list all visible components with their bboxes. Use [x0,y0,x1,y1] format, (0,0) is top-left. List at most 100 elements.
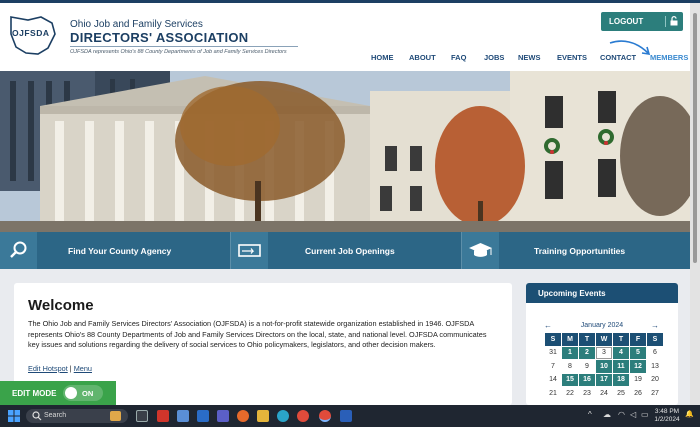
page-scrollbar[interactable] [690,3,700,405]
quicklink-icon-box[interactable] [462,232,499,269]
nav-jobs[interactable]: JOBS [484,53,504,62]
calendar-day-event[interactable]: 2 [579,346,595,359]
chrome-active-icon[interactable] [319,410,331,422]
site-header: OJFSDA Ohio Job and Family Services DIRE… [0,3,700,71]
calendar-day-event[interactable]: 5 [630,346,646,359]
graduation-cap-icon [469,243,492,257]
toggle-state: ON [82,389,94,398]
chrome-icon[interactable] [297,410,309,422]
toggle-knob [65,387,77,399]
calendar-day-event[interactable]: 4 [613,346,629,359]
calendar-day: 26 [634,389,642,397]
event-calendar: S M T W T F S 31 1 2 3 4 5 6 7 8 9 10 11 12 13 14 15 16 1… [544,332,664,401]
taskbar-search-box[interactable]: Search [26,409,128,423]
outlook-icon[interactable] [197,410,209,422]
edge-icon[interactable] [277,410,289,422]
header-divider [70,46,298,47]
logout-button[interactable]: LOGOUT [601,12,683,31]
quicklink-training-opportunities[interactable]: Training Opportunities [534,246,625,256]
weekday-header: W [596,333,612,346]
weekday-header: M [562,333,578,346]
file-explorer-icon[interactable] [257,410,269,422]
calendar-days: 31 1 2 3 4 5 6 7 8 9 10 11 12 13 14 15 16 17 18 19 20 21 22 23 2… [545,346,663,400]
edit-mode-toggle[interactable]: ON [63,385,103,401]
clock-date: 1/2/2024 [654,416,680,423]
battery-icon[interactable]: ▭ [641,410,649,419]
calendar-day-event[interactable]: 17 [596,373,612,386]
calendar-week-row: 21 22 23 24 25 26 27 [545,387,663,400]
wifi-icon[interactable]: ◠ [618,410,625,419]
calendar-day: 14 [549,376,557,384]
calendar-day: 13 [651,362,659,370]
mail-icon[interactable] [177,410,189,422]
acrobat-icon[interactable] [157,410,169,422]
events-title: Upcoming Events [538,289,606,298]
lock-icon [670,16,678,26]
calendar-week-row: 31 1 2 3 4 5 6 [545,346,663,359]
quicklink-icon-box[interactable] [0,232,37,269]
task-view-icon[interactable] [136,410,148,422]
quicklink-icon-box[interactable] [231,232,268,269]
menu-link[interactable]: Menu [74,364,92,373]
nav-news[interactable]: NEWS [518,53,541,62]
edit-mode-label: EDIT MODE [12,389,57,398]
nav-about[interactable]: ABOUT [409,53,436,62]
calendar-day: 19 [634,376,642,384]
welcome-title: Welcome [28,297,94,314]
nav-home[interactable]: HOME [371,53,394,62]
calendar-weekday-row: S M T W T F S [545,333,663,346]
calendar-day-event[interactable]: 10 [596,360,612,373]
calendar-day-event[interactable]: 15 [562,373,578,386]
nav-events[interactable]: EVENTS [557,53,587,62]
members-arrow-icon [609,40,651,55]
hero-statehouse-image [0,71,690,232]
search-icon [32,411,42,421]
weekday-header: T [613,333,629,346]
calendar-day-event[interactable]: 18 [613,373,629,386]
scrollbar-thumb[interactable] [693,13,697,263]
calendar-week-row: 7 8 9 10 11 12 13 [545,360,663,373]
weekday-header: T [579,333,595,346]
clock-time: 3:48 PM [654,408,680,415]
volume-icon[interactable]: ◁ [630,410,636,419]
logout-label: LOGOUT [609,17,644,26]
calendar-day: 23 [583,389,591,397]
calendar-day: 27 [651,389,659,397]
calendar-day: 25 [617,389,625,397]
calendar-day: 20 [651,376,659,384]
link-separator: | [69,364,72,373]
teams-icon[interactable] [217,410,229,422]
weekday-header: S [647,333,663,346]
weekday-header: F [630,333,646,346]
calendar-day: 21 [549,389,557,397]
word-icon[interactable] [340,410,352,422]
calendar-day-event[interactable]: 1 [562,346,578,359]
firefox-icon[interactable] [237,410,249,422]
quicklink-current-job-openings[interactable]: Current Job Openings [305,246,395,256]
onedrive-icon[interactable]: ☁ [603,410,611,419]
quicklink-find-county-agency[interactable]: Find Your County Agency [68,246,171,256]
calendar-day-event[interactable]: 12 [630,360,646,373]
logout-separator [665,16,666,27]
hero-illustration [0,71,690,232]
nav-members[interactable]: MEMBERS [650,53,688,62]
calendar-day: 9 [585,362,589,370]
calendar-day: 6 [653,349,657,357]
org-name-line2[interactable]: DIRECTORS' ASSOCIATION [70,30,248,45]
calendar-month: January 2024 [580,322,624,329]
calendar-day: 22 [566,389,574,397]
notification-bell-icon[interactable]: 🔔 [685,410,694,418]
windows-taskbar: Search ^ ☁ ◠ ◁ ▭ 3:48 PM 1/2/2024 🔔 [0,405,700,427]
events-header: Upcoming Events [526,283,678,303]
calendar-day: 31 [549,349,557,357]
tray-chevron-icon[interactable]: ^ [588,410,592,419]
ticket-icon [238,244,261,257]
nav-faq[interactable]: FAQ [451,53,466,62]
calendar-day-event[interactable]: 11 [613,360,629,373]
edit-hotspot-link[interactable]: Edit Hotspot [28,364,68,373]
calendar-day-event[interactable]: 16 [579,373,595,386]
quick-links-bar: Find Your County Agency Current Job Open… [0,232,690,269]
taskbar-clock[interactable]: 3:48 PM 1/2/2024 [650,408,684,424]
windows-start-icon[interactable] [8,410,20,422]
welcome-body: The Ohio Job and Family Services Directo… [28,319,487,350]
